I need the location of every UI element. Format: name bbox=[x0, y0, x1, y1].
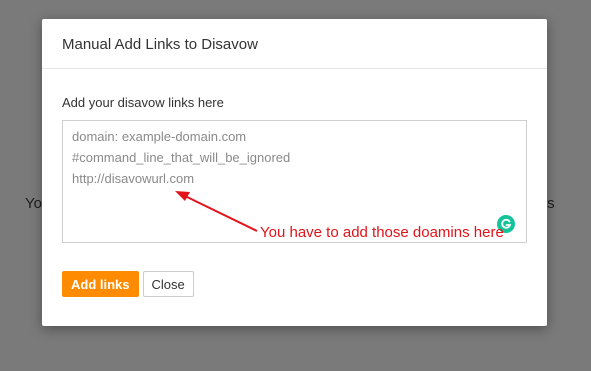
modal-footer: Add links Close bbox=[62, 271, 194, 297]
disavow-links-label: Add your disavow links here bbox=[62, 95, 224, 110]
textarea-line: domain: example-domain.com bbox=[72, 129, 247, 144]
close-button[interactable]: Close bbox=[142, 271, 194, 297]
textarea-line: http://disavowurl.com bbox=[72, 171, 195, 186]
textarea-line: #command_line_that_will_be_ignored bbox=[72, 150, 291, 165]
modal-header: Manual Add Links to Disavow bbox=[42, 19, 547, 69]
annotation-text: You have to add those doamins here bbox=[260, 224, 504, 241]
modal-title: Manual Add Links to Disavow bbox=[62, 36, 258, 53]
add-links-button[interactable]: Add links bbox=[62, 271, 139, 297]
backdrop-text-left: Yo bbox=[25, 195, 42, 212]
disavow-modal: Manual Add Links to Disavow Add your dis… bbox=[42, 19, 547, 326]
